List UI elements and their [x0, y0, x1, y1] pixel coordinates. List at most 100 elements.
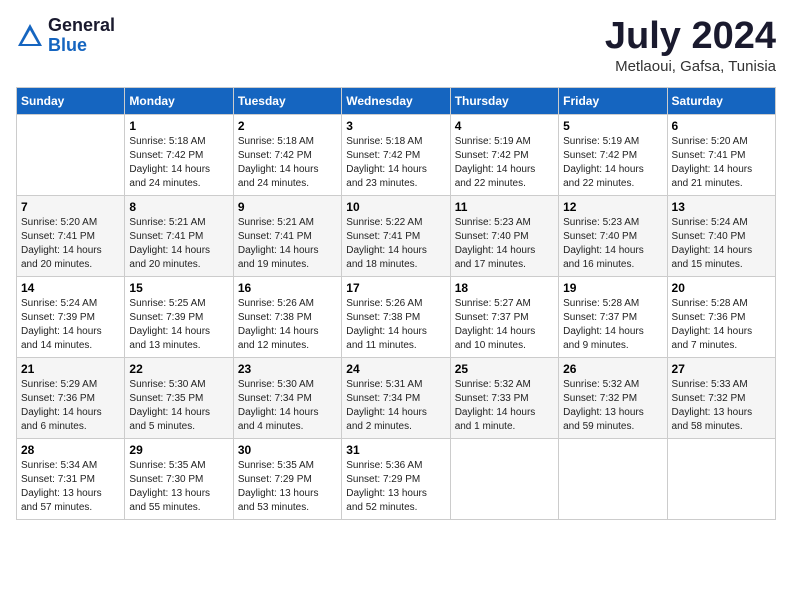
- day-number: 27: [672, 362, 771, 376]
- calendar-day-cell: 11Sunrise: 5:23 AM Sunset: 7:40 PM Dayli…: [450, 195, 558, 276]
- calendar-day-cell: 4 Sunrise: 5:19 AM Sunset: 7:42 PM Daylig…: [450, 114, 558, 195]
- calendar-day-cell: 16 Sunrise: 5:26 AM Sunset: 7:38 PM Dayli…: [233, 276, 341, 357]
- calendar-day-cell: 19 Sunrise: 5:28 AM Sunset: 7:37 PM Dayli…: [559, 276, 667, 357]
- day-info: Sunrise: 5:21 AM Sunset: 7:41 PM Dayligh…: [238, 216, 337, 272]
- day-number: 26: [563, 362, 662, 376]
- day-info: Sunrise: 5:23 AM Sunset: 7:40 PM Dayligh…: [455, 216, 554, 272]
- day-number: 1: [129, 119, 228, 133]
- calendar-day-cell: 28 Sunrise: 5:34 AM Sunset: 7:31 PM Dayli…: [17, 438, 125, 519]
- day-info: Sunrise: 5:35 AM Sunset: 7:29 PM Dayligh…: [238, 459, 337, 515]
- calendar-day-cell: 12 Sunrise: 5:23 AM Sunset: 7:40 PM Dayli…: [559, 195, 667, 276]
- day-number: 4: [455, 119, 554, 133]
- day-info: Sunrise: 5:32 AM Sunset: 7:32 PM Dayligh…: [563, 378, 662, 434]
- day-number: 2: [238, 119, 337, 133]
- calendar-day-cell: 30Sunrise: 5:35 AM Sunset: 7:29 PM Dayli…: [233, 438, 341, 519]
- calendar-day-cell: 13 Sunrise: 5:24 AM Sunset: 7:40 PM Dayli…: [667, 195, 775, 276]
- calendar-day-cell: 25Sunrise: 5:32 AM Sunset: 7:33 PM Dayli…: [450, 357, 558, 438]
- calendar-day-cell: 7Sunrise: 5:20 AM Sunset: 7:41 PM Daylig…: [17, 195, 125, 276]
- day-info: Sunrise: 5:28 AM Sunset: 7:37 PM Dayligh…: [563, 297, 662, 353]
- day-info: Sunrise: 5:35 AM Sunset: 7:30 PM Dayligh…: [129, 459, 228, 515]
- day-number: 14: [21, 281, 120, 295]
- day-info: Sunrise: 5:24 AM Sunset: 7:39 PM Dayligh…: [21, 297, 120, 353]
- day-info: Sunrise: 5:22 AM Sunset: 7:41 PM Dayligh…: [346, 216, 445, 272]
- day-of-week-header: Thursday: [450, 87, 558, 114]
- calendar-day-cell: 9 Sunrise: 5:21 AM Sunset: 7:41 PM Daylig…: [233, 195, 341, 276]
- day-info: Sunrise: 5:27 AM Sunset: 7:37 PM Dayligh…: [455, 297, 554, 353]
- day-number: 12: [563, 200, 662, 214]
- calendar-day-cell: 21 Sunrise: 5:29 AM Sunset: 7:36 PM Dayli…: [17, 357, 125, 438]
- month-title: July 2024: [605, 16, 776, 58]
- day-info: Sunrise: 5:23 AM Sunset: 7:40 PM Dayligh…: [563, 216, 662, 272]
- day-info: Sunrise: 5:26 AM Sunset: 7:38 PM Dayligh…: [346, 297, 445, 353]
- calendar-week-row: 1 Sunrise: 5:18 AM Sunset: 7:42 PM Daylig…: [17, 114, 776, 195]
- day-number: 15: [129, 281, 228, 295]
- day-info: Sunrise: 5:26 AM Sunset: 7:38 PM Dayligh…: [238, 297, 337, 353]
- calendar-day-cell: 26 Sunrise: 5:32 AM Sunset: 7:32 PM Dayli…: [559, 357, 667, 438]
- day-number: 3: [346, 119, 445, 133]
- day-number: 13: [672, 200, 771, 214]
- calendar-day-cell: [17, 114, 125, 195]
- day-info: Sunrise: 5:20 AM Sunset: 7:41 PM Dayligh…: [672, 135, 771, 191]
- day-info: Sunrise: 5:19 AM Sunset: 7:42 PM Dayligh…: [455, 135, 554, 191]
- day-number: 5: [563, 119, 662, 133]
- day-of-week-header: Sunday: [17, 87, 125, 114]
- day-number: 24: [346, 362, 445, 376]
- day-of-week-header: Saturday: [667, 87, 775, 114]
- calendar-day-cell: 15 Sunrise: 5:25 AM Sunset: 7:39 PM Dayli…: [125, 276, 233, 357]
- calendar-week-row: 21 Sunrise: 5:29 AM Sunset: 7:36 PM Dayli…: [17, 357, 776, 438]
- day-number: 23: [238, 362, 337, 376]
- day-number: 10: [346, 200, 445, 214]
- day-number: 29: [129, 443, 228, 457]
- day-number: 19: [563, 281, 662, 295]
- day-number: 7: [21, 200, 120, 214]
- calendar-day-cell: 14 Sunrise: 5:24 AM Sunset: 7:39 PM Dayli…: [17, 276, 125, 357]
- day-info: Sunrise: 5:29 AM Sunset: 7:36 PM Dayligh…: [21, 378, 120, 434]
- day-number: 16: [238, 281, 337, 295]
- logo-blue-text: Blue: [48, 35, 87, 55]
- calendar-day-cell: 27Sunrise: 5:33 AM Sunset: 7:32 PM Dayli…: [667, 357, 775, 438]
- day-of-week-header: Wednesday: [342, 87, 450, 114]
- day-info: Sunrise: 5:18 AM Sunset: 7:42 PM Dayligh…: [346, 135, 445, 191]
- calendar-table: SundayMondayTuesdayWednesdayThursdayFrid…: [16, 87, 776, 520]
- calendar-day-cell: 20Sunrise: 5:28 AM Sunset: 7:36 PM Dayli…: [667, 276, 775, 357]
- day-number: 21: [21, 362, 120, 376]
- day-info: Sunrise: 5:21 AM Sunset: 7:41 PM Dayligh…: [129, 216, 228, 272]
- calendar-day-cell: [450, 438, 558, 519]
- calendar-day-cell: 5 Sunrise: 5:19 AM Sunset: 7:42 PM Daylig…: [559, 114, 667, 195]
- day-info: Sunrise: 5:24 AM Sunset: 7:40 PM Dayligh…: [672, 216, 771, 272]
- calendar-week-row: 28 Sunrise: 5:34 AM Sunset: 7:31 PM Dayli…: [17, 438, 776, 519]
- calendar-day-cell: 22 Sunrise: 5:30 AM Sunset: 7:35 PM Dayli…: [125, 357, 233, 438]
- day-info: Sunrise: 5:18 AM Sunset: 7:42 PM Dayligh…: [238, 135, 337, 191]
- calendar-week-row: 7Sunrise: 5:20 AM Sunset: 7:41 PM Daylig…: [17, 195, 776, 276]
- day-number: 8: [129, 200, 228, 214]
- calendar-day-cell: 31Sunrise: 5:36 AM Sunset: 7:29 PM Dayli…: [342, 438, 450, 519]
- location-subtitle: Metlaoui, Gafsa, Tunisia: [605, 58, 776, 75]
- day-info: Sunrise: 5:25 AM Sunset: 7:39 PM Dayligh…: [129, 297, 228, 353]
- day-info: Sunrise: 5:30 AM Sunset: 7:34 PM Dayligh…: [238, 378, 337, 434]
- calendar-day-cell: 18 Sunrise: 5:27 AM Sunset: 7:37 PM Dayli…: [450, 276, 558, 357]
- day-info: Sunrise: 5:30 AM Sunset: 7:35 PM Dayligh…: [129, 378, 228, 434]
- day-of-week-header: Friday: [559, 87, 667, 114]
- day-number: 18: [455, 281, 554, 295]
- calendar-header-row: SundayMondayTuesdayWednesdayThursdayFrid…: [17, 87, 776, 114]
- day-number: 22: [129, 362, 228, 376]
- day-number: 31: [346, 443, 445, 457]
- day-info: Sunrise: 5:28 AM Sunset: 7:36 PM Dayligh…: [672, 297, 771, 353]
- page-header: General Blue July 2024 Metlaoui, Gafsa, …: [16, 16, 776, 75]
- day-number: 28: [21, 443, 120, 457]
- day-number: 25: [455, 362, 554, 376]
- day-number: 9: [238, 200, 337, 214]
- calendar-day-cell: 3 Sunrise: 5:18 AM Sunset: 7:42 PM Daylig…: [342, 114, 450, 195]
- day-info: Sunrise: 5:19 AM Sunset: 7:42 PM Dayligh…: [563, 135, 662, 191]
- calendar-day-cell: 2 Sunrise: 5:18 AM Sunset: 7:42 PM Daylig…: [233, 114, 341, 195]
- calendar-day-cell: [559, 438, 667, 519]
- day-info: Sunrise: 5:34 AM Sunset: 7:31 PM Dayligh…: [21, 459, 120, 515]
- logo-general-text: General: [48, 15, 115, 35]
- day-number: 6: [672, 119, 771, 133]
- calendar-day-cell: [667, 438, 775, 519]
- calendar-day-cell: 10 Sunrise: 5:22 AM Sunset: 7:41 PM Dayli…: [342, 195, 450, 276]
- calendar-day-cell: 24Sunrise: 5:31 AM Sunset: 7:34 PM Dayli…: [342, 357, 450, 438]
- calendar-day-cell: 23 Sunrise: 5:30 AM Sunset: 7:34 PM Dayli…: [233, 357, 341, 438]
- day-info: Sunrise: 5:18 AM Sunset: 7:42 PM Dayligh…: [129, 135, 228, 191]
- calendar-day-cell: 1 Sunrise: 5:18 AM Sunset: 7:42 PM Daylig…: [125, 114, 233, 195]
